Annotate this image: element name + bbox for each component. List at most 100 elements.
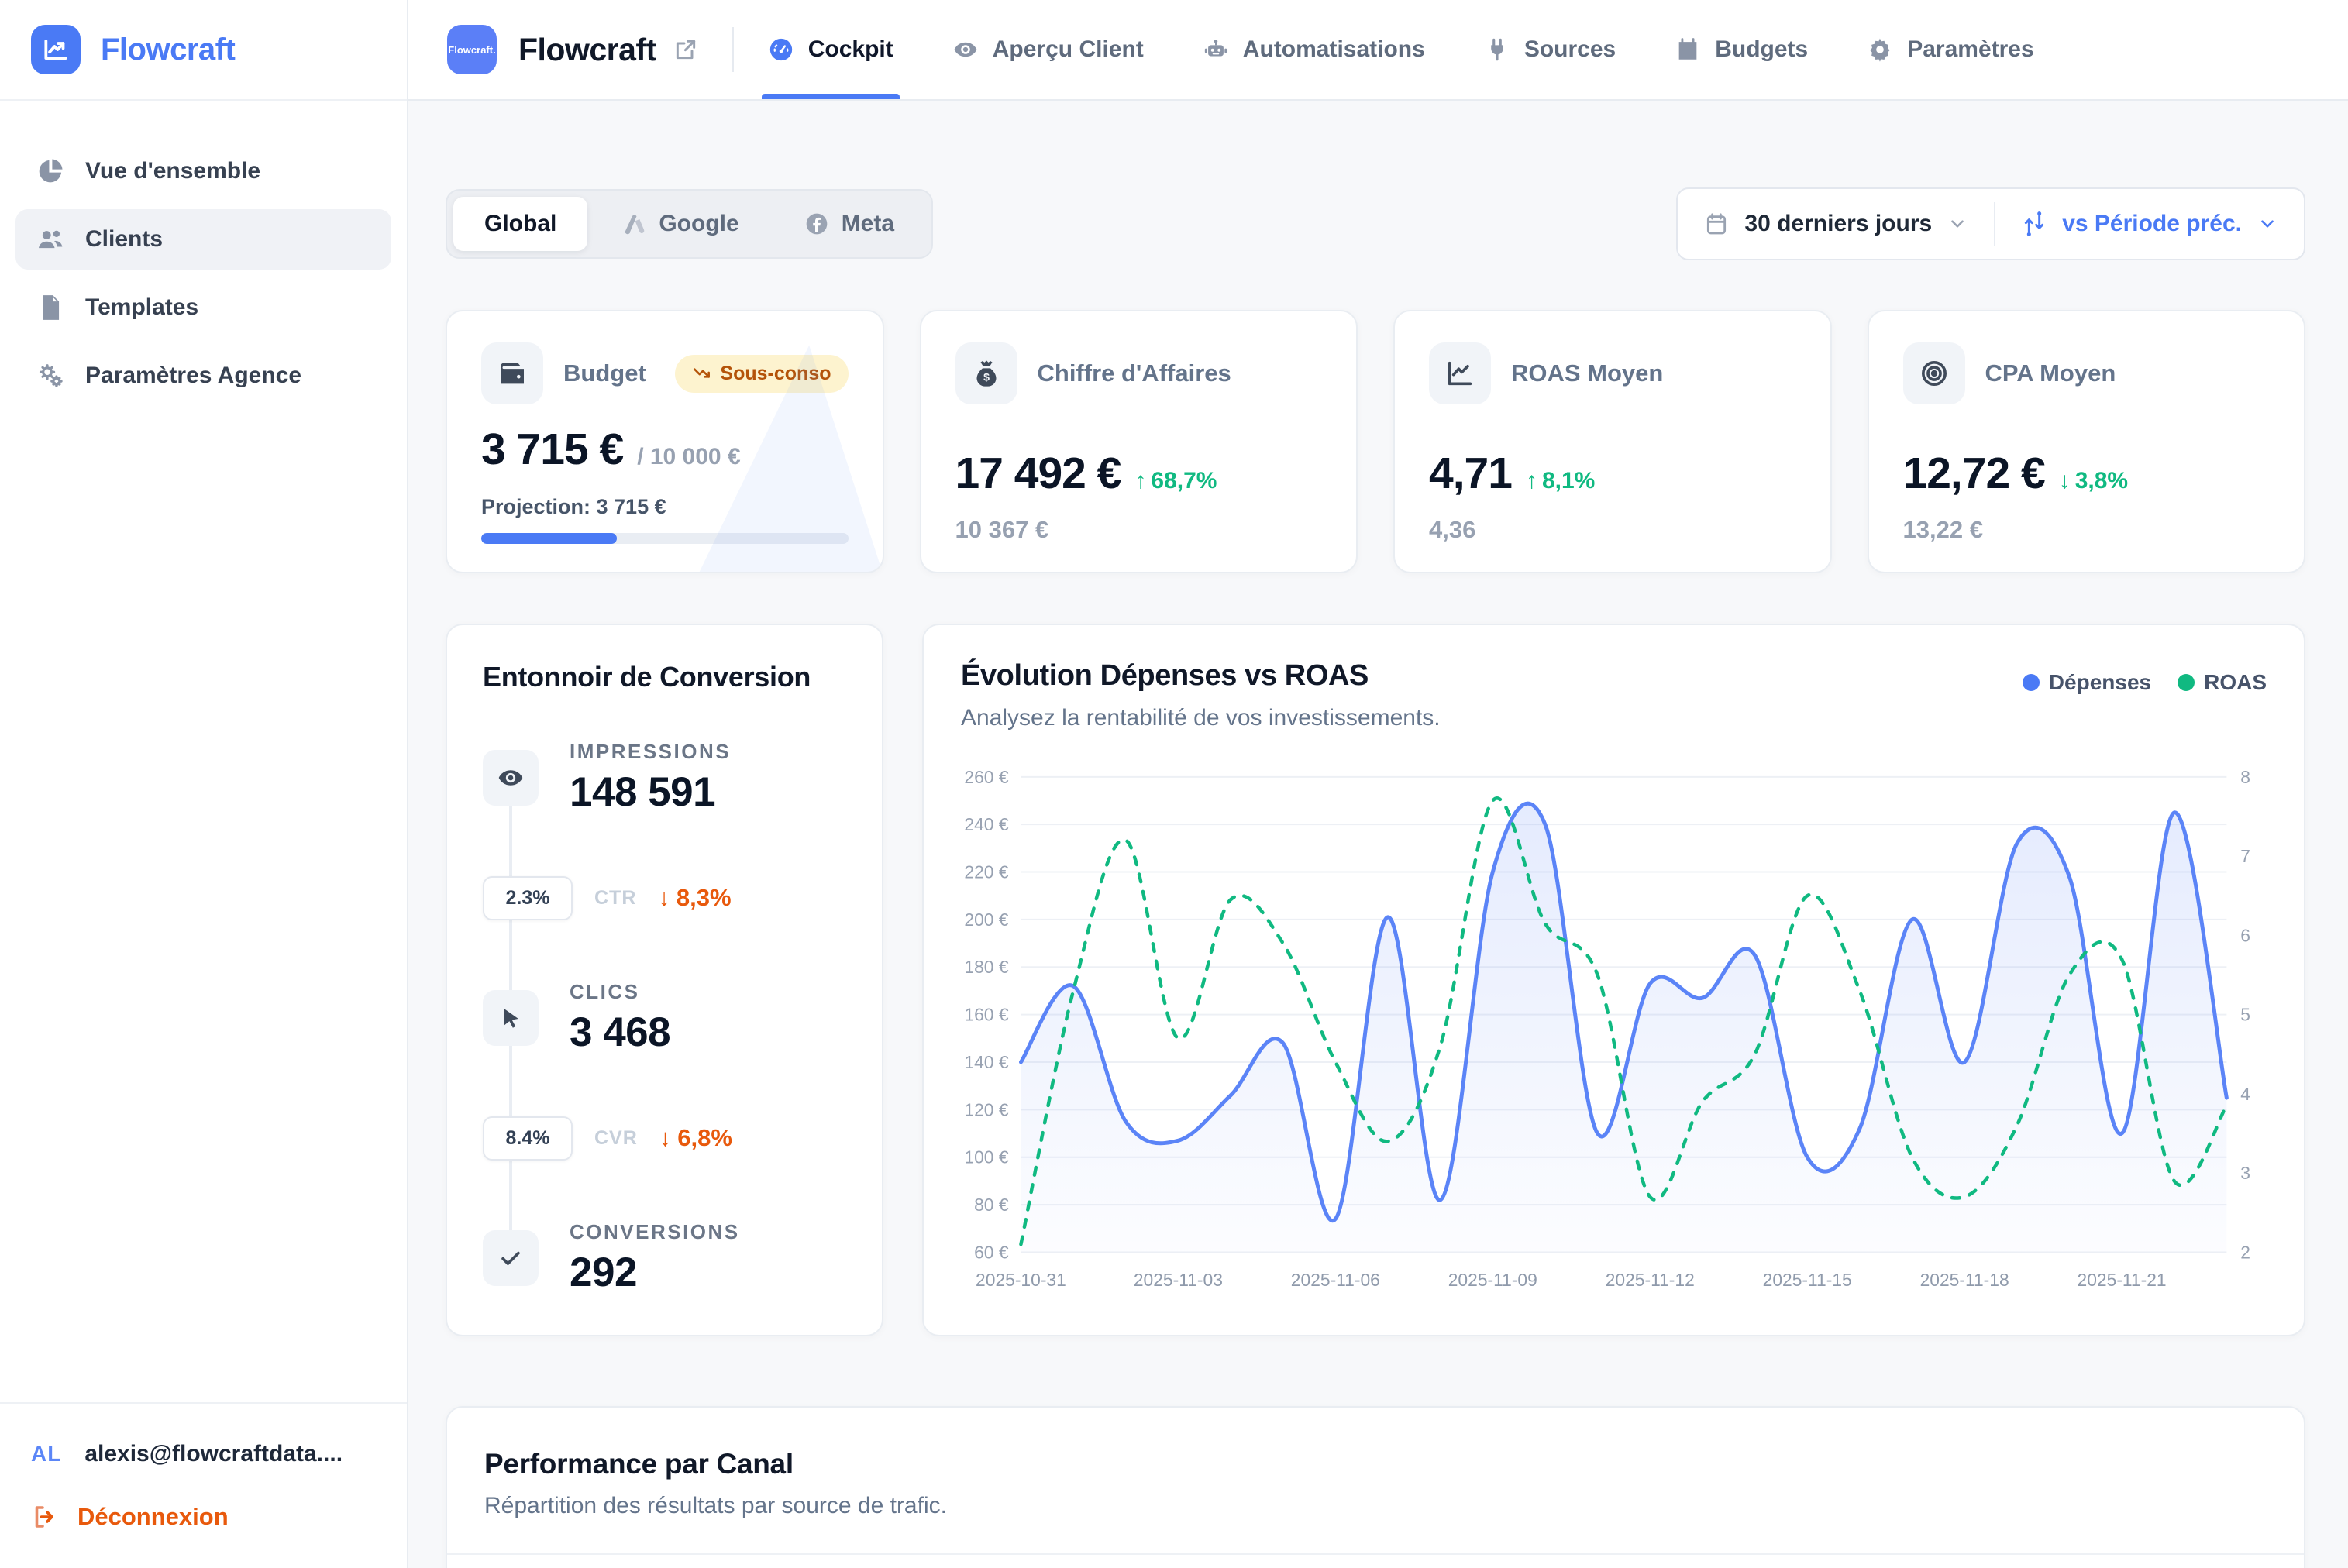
legend-item-depenses[interactable]: Dépenses	[2023, 670, 2151, 695]
date-range-value: 30 derniers jours	[1744, 211, 1932, 237]
funnel-step-label: CONVERSIONS	[570, 1220, 740, 1244]
tab-parametres[interactable]: Paramètres	[1867, 0, 2033, 99]
chart-title: Évolution Dépenses vs ROAS	[961, 659, 1441, 693]
divider	[732, 27, 734, 72]
table-title: Performance par Canal	[484, 1448, 2267, 1480]
chart-legend: Dépenses ROAS	[2023, 670, 2267, 695]
svg-text:2025-11-12: 2025-11-12	[1606, 1270, 1695, 1290]
tab-label: Paramètres	[1907, 36, 2033, 63]
svg-text:2025-11-15: 2025-11-15	[1763, 1270, 1852, 1290]
sidebar-item-label: Clients	[85, 226, 163, 253]
svg-text:2025-11-09: 2025-11-09	[1448, 1270, 1537, 1290]
robot-icon	[1203, 36, 1229, 63]
arrow-up-icon: ↑	[1526, 468, 1537, 494]
spend-vs-roas-chart-card: Évolution Dépenses vs ROAS Analysez la r…	[922, 624, 2305, 1336]
arrow-down-icon: ↓	[2059, 468, 2071, 494]
analytics-row: Entonnoir de Conversion IMPRESSIONS 1	[446, 624, 2305, 1336]
budget-progress-track	[481, 533, 849, 544]
metric-delta-down: ↓ 8,3%	[658, 884, 731, 912]
sidebar-item-vue-densemble[interactable]: Vue d'ensemble	[15, 141, 391, 201]
facebook-icon	[804, 211, 829, 236]
funnel-title: Entonnoir de Conversion	[483, 661, 846, 693]
sidebar-item-parametres-agence[interactable]: Paramètres Agence	[15, 346, 391, 406]
main-column: Flowcraft. Flowcraft Cockpit	[408, 0, 2348, 1568]
funnel-body: IMPRESSIONS 148 591 2.3% CTR ↓ 8,3%	[483, 740, 846, 1304]
sidebar: Flowcraft Vue d'ensemble Clients	[0, 0, 408, 1568]
funnel-connector-cvr: 8.4% CVR ↓ 6,8%	[483, 1116, 846, 1161]
kpi-delta-up: ↑ 8,1%	[1526, 468, 1595, 494]
user-email: alexis@flowcraftdata....	[84, 1441, 343, 1467]
svg-text:60 €: 60 €	[974, 1242, 1009, 1262]
pie-chart-icon	[36, 156, 65, 186]
chevron-down-icon	[1947, 214, 1968, 234]
toolbar: Global Google	[446, 187, 2305, 260]
segment-label: Meta	[842, 211, 894, 237]
funnel-step-value: 148 591	[570, 769, 731, 816]
logout-label: Déconnexion	[77, 1503, 229, 1531]
svg-text:80 €: 80 €	[974, 1195, 1009, 1215]
sidebar-item-templates[interactable]: Templates	[15, 277, 391, 338]
kpi-previous-value: 10 367 €	[955, 516, 1323, 544]
svg-text:120 €: 120 €	[964, 1099, 1008, 1119]
target-icon	[1903, 342, 1965, 404]
kpi-title: ROAS Moyen	[1511, 359, 1663, 387]
table-subtitle: Répartition des résultats par source de …	[484, 1493, 2267, 1519]
tab-label: Aperçu Client	[993, 36, 1144, 63]
cursor-icon	[483, 990, 539, 1046]
svg-text:180 €: 180 €	[964, 957, 1008, 977]
sidebar-item-label: Templates	[85, 294, 198, 321]
client-name: Flowcraft	[518, 32, 656, 68]
date-range-button[interactable]: 30 derniers jours	[1678, 189, 1994, 259]
platform-segmented-control: Global Google	[446, 189, 933, 259]
kpi-value: 4,71	[1429, 448, 1512, 499]
compare-period-button[interactable]: vs Période préc.	[1995, 189, 2304, 259]
compare-period-value: vs Période préc.	[2062, 211, 2242, 237]
kpi-card-cpa-moyen: CPA Moyen 12,72 € ↓ 3,8% 13,22 €	[1868, 310, 2306, 573]
conversion-funnel-card: Entonnoir de Conversion IMPRESSIONS 1	[446, 624, 883, 1336]
tab-budgets[interactable]: Budgets	[1675, 0, 1808, 99]
logout-icon	[31, 1503, 59, 1531]
gears-icon	[36, 361, 65, 390]
tab-automatisations[interactable]: Automatisations	[1203, 0, 1425, 99]
sidebar-item-clients[interactable]: Clients	[15, 209, 391, 270]
svg-text:2: 2	[2240, 1242, 2250, 1262]
kpi-value: 3 715 €	[481, 424, 623, 475]
svg-text:2025-11-03: 2025-11-03	[1134, 1270, 1223, 1290]
brand-logo	[31, 25, 81, 74]
badge-label: Sous-conso	[720, 363, 831, 385]
brand-name: Flowcraft	[101, 33, 235, 67]
tab-cockpit[interactable]: Cockpit	[768, 0, 893, 99]
line-chart-svg: 60 €80 €100 €120 €140 €160 €180 €200 €22…	[961, 751, 2267, 1308]
external-link-icon[interactable]	[673, 37, 698, 62]
metric-delta-down: ↓ 6,8%	[659, 1124, 732, 1152]
logout-button[interactable]: Déconnexion	[31, 1503, 376, 1531]
svg-text:2025-11-06: 2025-11-06	[1291, 1270, 1380, 1290]
kpi-value: 17 492 €	[955, 448, 1121, 499]
tab-sources[interactable]: Sources	[1484, 0, 1616, 99]
status-badge: Sous-conso	[675, 355, 848, 393]
client-tabs: Cockpit Aperçu Client	[768, 0, 2034, 99]
kpi-title: Chiffre d'Affaires	[1038, 359, 1231, 387]
legend-item-roas[interactable]: ROAS	[2178, 670, 2267, 695]
sidebar-brand: Flowcraft	[0, 0, 407, 101]
dashboard-content: Global Google	[408, 101, 2348, 1568]
trending-down-icon	[692, 363, 712, 383]
kpi-previous-value: 13,22 €	[1903, 516, 2271, 544]
tab-apercu-client[interactable]: Aperçu Client	[952, 0, 1144, 99]
svg-text:260 €: 260 €	[964, 767, 1008, 787]
arrow-down-icon: ↓	[658, 884, 670, 912]
kpi-previous-value: 4,36	[1429, 516, 1796, 544]
segment-meta[interactable]: Meta	[773, 197, 925, 251]
google-ads-icon	[621, 211, 646, 236]
segment-google[interactable]: Google	[590, 197, 769, 251]
arrow-down-icon: ↓	[659, 1124, 672, 1152]
conversion-rate-pill: 8.4%	[483, 1116, 573, 1161]
segment-label: Google	[659, 211, 738, 237]
tab-label: Cockpit	[808, 36, 893, 63]
calendar-icon	[1675, 36, 1701, 63]
svg-text:7: 7	[2240, 846, 2250, 866]
svg-text:220 €: 220 €	[964, 861, 1008, 882]
user-account[interactable]: AL alexis@flowcraftdata....	[31, 1435, 376, 1503]
segment-global[interactable]: Global	[453, 197, 587, 251]
table-header-row: PLATEFORME DÉPENSÉ CONV. CPA CHIFFRE D'A…	[447, 1553, 2304, 1568]
